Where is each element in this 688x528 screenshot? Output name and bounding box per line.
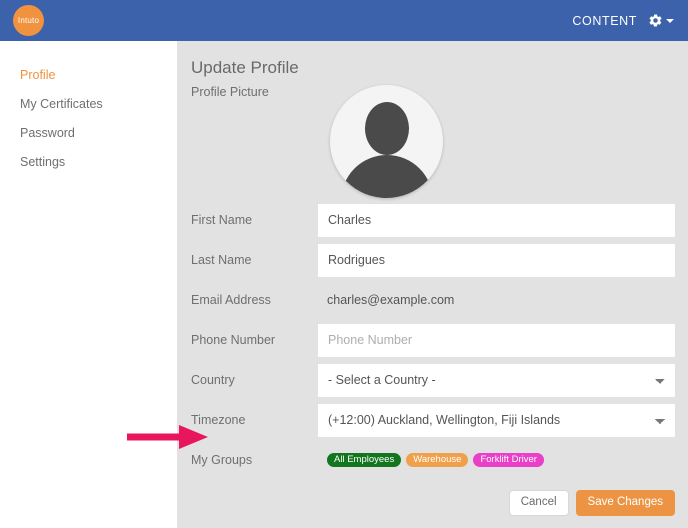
timezone-select[interactable]: (+12:00) Auckland, Wellington, Fiji Isla… (318, 404, 675, 437)
last-name-input[interactable] (318, 244, 675, 277)
label-first-name: First Name (191, 213, 318, 227)
field-row-my-groups: My Groups All Employees Warehouse Forkli… (178, 440, 688, 480)
sidebar-item-settings[interactable]: Settings (0, 148, 177, 177)
country-select[interactable]: - Select a Country - (318, 364, 675, 397)
status-badge: Warehouse (406, 453, 468, 468)
content-area: Update Profile Profile Picture First Nam… (178, 41, 688, 528)
my-groups-control: All Employees Warehouse Forklift Driver (318, 453, 688, 468)
label-country: Country (191, 373, 318, 387)
profile-picture-control (318, 85, 688, 198)
settings-menu-button[interactable] (648, 13, 674, 28)
first-name-input[interactable] (318, 204, 675, 237)
status-badge: All Employees (327, 453, 401, 468)
label-email-address: Email Address (191, 293, 318, 307)
sidebar-item-password[interactable]: Password (0, 119, 177, 148)
chevron-down-icon (666, 19, 674, 23)
last-name-control (318, 244, 688, 277)
label-timezone: Timezone (191, 413, 318, 427)
avatar-body-shape (341, 155, 433, 198)
country-control: - Select a Country - (318, 364, 688, 397)
field-row-last-name: Last Name (178, 240, 688, 280)
label-phone-number: Phone Number (191, 333, 318, 347)
default-user-avatar-icon[interactable] (330, 85, 443, 198)
field-row-country: Country - Select a Country - (178, 360, 688, 400)
page-title: Update Profile (191, 58, 688, 78)
field-row-first-name: First Name (178, 200, 688, 240)
label-last-name: Last Name (191, 253, 318, 267)
timezone-control: (+12:00) Auckland, Wellington, Fiji Isla… (318, 404, 688, 437)
label-profile-picture: Profile Picture (191, 85, 318, 99)
sidebar-item-profile[interactable]: Profile (0, 61, 177, 90)
email-address-value: charles@example.com (318, 293, 675, 307)
gear-icon (648, 13, 663, 28)
profile-page: Intuto CONTENT Profile My Certificates P… (0, 0, 688, 528)
sidebar-item-my-certificates[interactable]: My Certificates (0, 90, 177, 119)
first-name-control (318, 204, 688, 237)
nav-link-content[interactable]: CONTENT (572, 14, 637, 28)
label-my-groups: My Groups (191, 453, 318, 467)
phone-number-input[interactable] (318, 324, 675, 357)
intuto-logo-circle-icon[interactable]: Intuto (13, 5, 44, 36)
save-changes-button[interactable]: Save Changes (576, 490, 675, 516)
field-row-email-address: Email Address charles@example.com (178, 280, 688, 320)
email-address-control: charles@example.com (318, 293, 688, 307)
cancel-button[interactable]: Cancel (509, 490, 569, 516)
field-row-profile-picture: Profile Picture (178, 78, 688, 200)
sidebar: Profile My Certificates Password Setting… (0, 41, 178, 528)
brand-logo-text: Intuto (18, 16, 39, 25)
field-row-phone-number: Phone Number (178, 320, 688, 360)
form-actions: Cancel Save Changes (178, 480, 688, 516)
phone-number-control (318, 324, 688, 357)
field-row-timezone: Timezone (+12:00) Auckland, Wellington, … (178, 400, 688, 440)
status-badge: Forklift Driver (473, 453, 543, 468)
top-navbar: Intuto CONTENT (0, 0, 688, 41)
navbar-right-group: CONTENT (572, 13, 674, 28)
avatar-head-shape (365, 102, 409, 155)
group-badge-list: All Employees Warehouse Forklift Driver (318, 453, 675, 468)
